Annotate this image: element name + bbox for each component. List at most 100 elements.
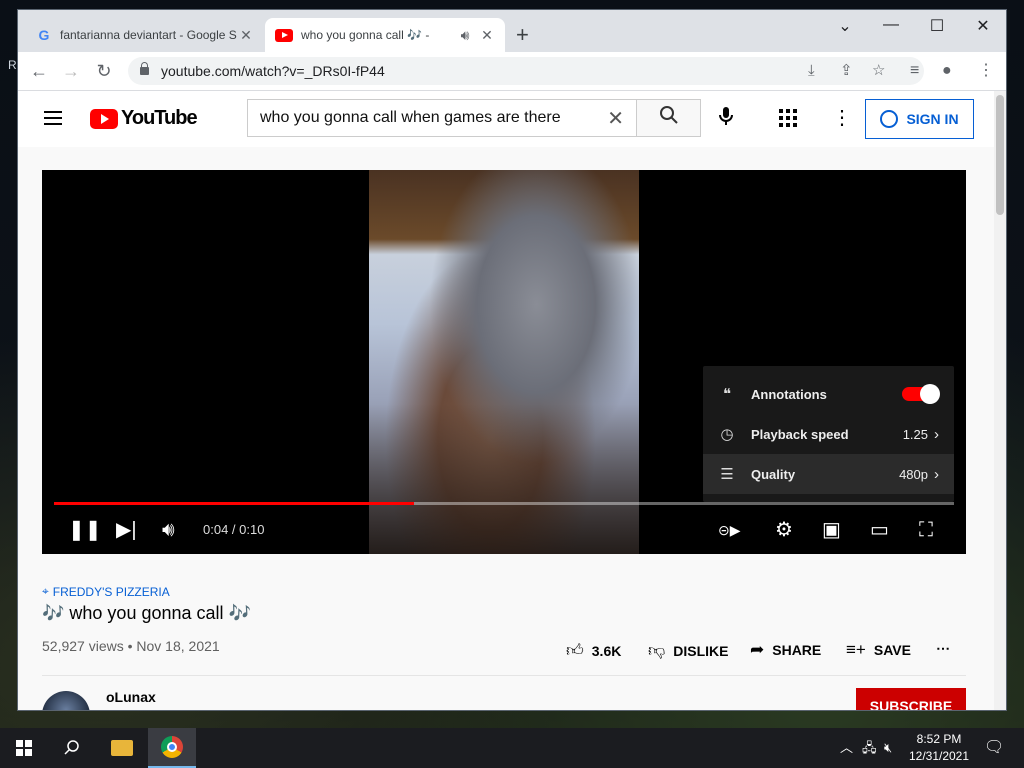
- playback-speed-icon: ◷: [720, 426, 734, 443]
- browser-toolbar: ← → ↻ youtube.com/watch?v=_DRs0I-fP44 ⤓ …: [18, 52, 1006, 91]
- start-button[interactable]: [0, 728, 48, 768]
- maximize-button[interactable]: ☐: [914, 16, 960, 36]
- tab-search-icon[interactable]: ⌄: [822, 16, 868, 36]
- close-tab-icon[interactable]: ✕: [238, 27, 254, 44]
- lock-icon: [140, 62, 149, 75]
- show-hidden-icons[interactable]: ︿: [840, 728, 853, 768]
- thumbs-up-icon: 👍︎: [566, 641, 584, 660]
- settings-menu: ❝ Annotations ◷ Playback speed 1.25 › ☰ …: [703, 366, 954, 502]
- settings-label: Annotations: [751, 386, 827, 402]
- settings-annotations[interactable]: ❝ Annotations: [703, 374, 954, 414]
- location-link[interactable]: ⌖ FREDDY'S PIZZERIA: [42, 584, 170, 599]
- like-button[interactable]: 👍︎ 3.6K: [566, 640, 621, 661]
- search-input[interactable]: who you gonna call when games are there …: [247, 99, 637, 137]
- share-arrow-icon: ➦: [750, 640, 765, 659]
- url-text: youtube.com/watch?v=_DRs0I-fP44: [161, 63, 385, 79]
- browser-window: G fantarianna deviantart - Google S ✕ wh…: [18, 10, 1006, 710]
- divider: [42, 675, 966, 676]
- channel-name[interactable]: oLunax: [106, 689, 156, 705]
- clear-search-icon[interactable]: ✕: [607, 106, 624, 131]
- miniplayer-icon[interactable]: ▣: [822, 520, 841, 540]
- menu-kebab-icon[interactable]: ⋮: [978, 60, 994, 82]
- save-button[interactable]: ≡+ SAVE: [846, 640, 911, 660]
- time-display: 0:04 / 0:10: [203, 522, 265, 537]
- reload-button[interactable]: ↻: [93, 60, 115, 82]
- progress-played: [54, 502, 414, 505]
- settings-kebab-icon[interactable]: ⋮: [832, 105, 852, 130]
- logo-text: YouTube: [121, 107, 198, 129]
- install-icon[interactable]: ⤓: [808, 57, 815, 85]
- clock[interactable]: 8:52 PM 12/31/2021: [900, 731, 978, 765]
- settings-value: 1.25: [902, 426, 928, 442]
- location-text: FREDDY'S PIZZERIA: [52, 584, 170, 599]
- dislike-label: DISLIKE: [673, 642, 729, 659]
- notifications-icon[interactable]: 🗨︎: [984, 728, 1004, 768]
- subscribe-button[interactable]: SUBSCRIBE: [856, 688, 966, 710]
- clock-time: 8:52 PM: [916, 732, 962, 746]
- youtube-logo[interactable]: YouTube: [90, 107, 198, 130]
- share-button[interactable]: ➦ SHARE: [750, 640, 821, 660]
- forward-button[interactable]: →: [60, 60, 82, 82]
- video-title: 🎶 who you gonna call 🎶: [42, 603, 251, 623]
- pause-icon[interactable]: ❚❚: [68, 520, 102, 540]
- volume-icon[interactable]: 🔊︎: [162, 520, 175, 540]
- video-meta: 52,927 views • Nov 18, 2021: [42, 638, 220, 654]
- chevron-right-icon: ›: [934, 465, 939, 483]
- new-tab-button[interactable]: +: [516, 24, 529, 46]
- quality-sliders-icon: ☰: [720, 466, 734, 483]
- channel-avatar[interactable]: [42, 691, 90, 710]
- minimize-button[interactable]: —: [868, 16, 914, 34]
- address-bar[interactable]: youtube.com/watch?v=_DRs0I-fP44 ⤓ ⇪ ☆: [128, 57, 924, 85]
- volume-muted-icon[interactable]: 🔇︎: [884, 728, 892, 768]
- theater-mode-icon[interactable]: ▭: [870, 520, 889, 540]
- tab-title: fantarianna deviantart - Google S: [60, 28, 237, 42]
- youtube-play-logo-icon: [90, 108, 118, 129]
- settings-value: 480p: [899, 466, 928, 482]
- more-actions-icon[interactable]: ⋯: [936, 640, 950, 657]
- hamburger-menu-icon[interactable]: [44, 111, 62, 125]
- bookmark-star-icon[interactable]: ☆: [872, 57, 885, 85]
- tab-strip: G fantarianna deviantart - Google S ✕ wh…: [18, 10, 1006, 52]
- share-icon[interactable]: ⇪: [840, 57, 853, 85]
- desktop-edge-text: R: [8, 58, 17, 72]
- settings-gear-icon[interactable]: ⚙: [775, 520, 793, 540]
- video-player[interactable]: ❝ Annotations ◷ Playback speed 1.25 › ☰ …: [42, 170, 966, 554]
- windows-logo-icon: [16, 740, 32, 756]
- search-query: who you gonna call when games are there: [260, 109, 561, 126]
- close-window-button[interactable]: ✕: [960, 16, 1006, 36]
- settings-playback-speed[interactable]: ◷ Playback speed 1.25 ›: [703, 414, 954, 454]
- fullscreen-icon[interactable]: ⛶: [919, 520, 933, 540]
- masthead: YouTube who you gonna call when games ar…: [18, 91, 994, 147]
- like-count: 3.6K: [591, 642, 622, 659]
- taskbar: ︿ 🖧 🔇︎ 8:52 PM 12/31/2021 🗨︎: [0, 728, 1024, 768]
- autoplay-toggle-icon[interactable]: ⊝▶︎: [718, 520, 741, 540]
- chrome-taskbar-icon[interactable]: [148, 728, 196, 768]
- tab-youtube-video[interactable]: who you gonna call 🎶 - 🔊︎ ✕: [265, 18, 505, 52]
- media-control-icon[interactable]: ≡: [910, 60, 919, 82]
- apps-grid-icon[interactable]: [779, 109, 797, 127]
- location-pin-icon: ⌖: [42, 584, 49, 598]
- back-button[interactable]: ←: [28, 60, 50, 82]
- sign-in-button[interactable]: SIGN IN: [865, 99, 974, 139]
- dislike-button[interactable]: 👎︎ DISLIKE: [648, 640, 729, 661]
- account-icon: [880, 110, 899, 128]
- tab-google-search[interactable]: G fantarianna deviantart - Google S ✕: [26, 18, 264, 52]
- settings-quality[interactable]: ☰ Quality 480p ›: [703, 454, 954, 494]
- scrollbar-thumb[interactable]: [996, 95, 1004, 215]
- network-icon[interactable]: 🖧: [862, 728, 877, 768]
- profile-icon[interactable]: ●: [942, 60, 952, 82]
- progress-bar[interactable]: [54, 502, 954, 505]
- search-button[interactable]: [637, 99, 701, 137]
- file-explorer-icon[interactable]: [98, 728, 146, 768]
- microphone-icon[interactable]: [718, 106, 734, 131]
- search-taskbar-icon[interactable]: [48, 728, 96, 768]
- speaker-icon[interactable]: 🔊︎: [457, 27, 473, 44]
- settings-label: Quality: [751, 466, 796, 482]
- annotations-toggle[interactable]: [902, 384, 940, 404]
- youtube-page: YouTube who you gonna call when games ar…: [18, 91, 1006, 710]
- close-tab-icon[interactable]: ✕: [479, 27, 495, 44]
- save-label: SAVE: [873, 642, 911, 658]
- page-scrollbar[interactable]: [994, 91, 1006, 710]
- next-icon[interactable]: ▶︎|: [116, 520, 137, 540]
- playlist-add-icon: ≡+: [846, 640, 866, 659]
